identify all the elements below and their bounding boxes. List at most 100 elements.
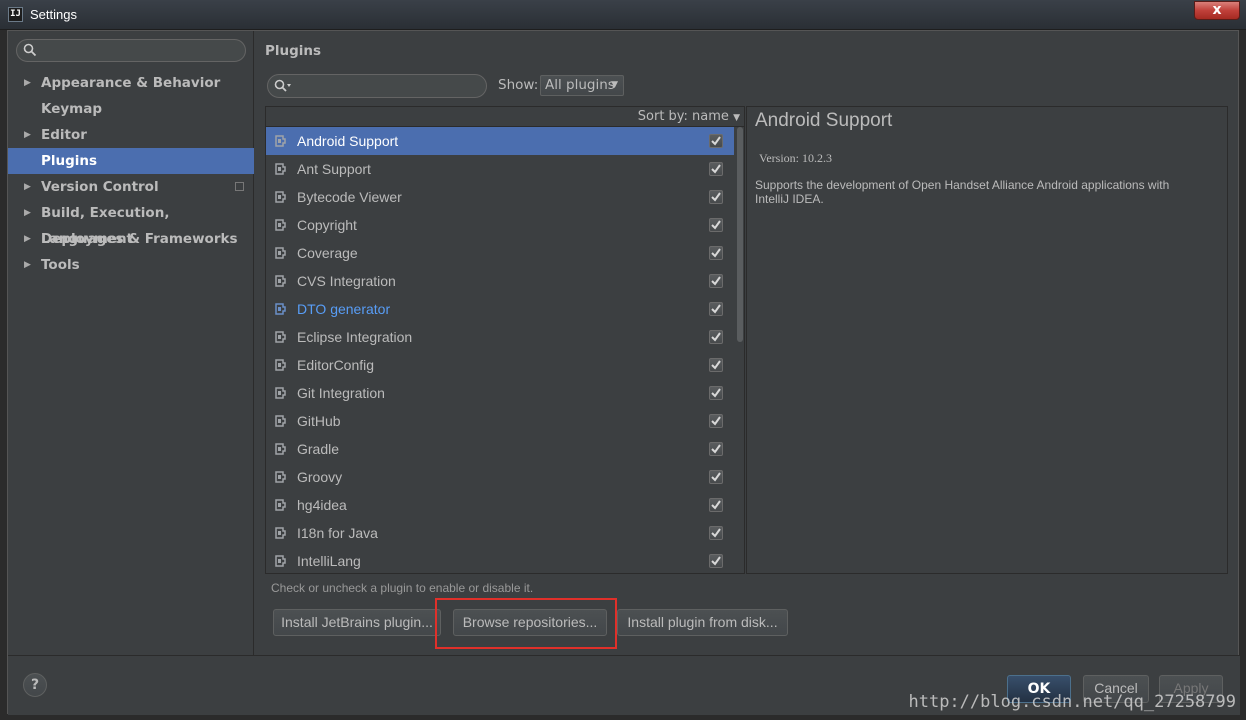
project-settings-icon	[235, 182, 244, 191]
plugin-row[interactable]: GitHub	[266, 407, 734, 435]
checkmark-icon	[711, 220, 721, 230]
plugin-name: DTO generator	[297, 301, 391, 317]
plugin-name: Android Support	[297, 133, 399, 149]
plugin-row[interactable]: DTO generator	[266, 295, 734, 323]
plugin-enable-checkbox[interactable]	[709, 218, 723, 232]
plugin-row[interactable]: Gradle	[266, 435, 734, 463]
expand-arrow-icon[interactable]: ▶	[24, 200, 31, 226]
plugin-enable-checkbox[interactable]	[709, 330, 723, 344]
settings-dialog: ▶ Appearance & Behavior Keymap ▶ Editor Plugi…	[7, 30, 1240, 715]
expand-arrow-icon[interactable]: ▶	[24, 174, 31, 200]
plugin-enable-checkbox[interactable]	[709, 246, 723, 260]
plugin-enable-checkbox[interactable]	[709, 162, 723, 176]
sidebar-item-label: Editor	[41, 127, 87, 143]
sidebar-item-editor[interactable]: ▶ Editor	[8, 122, 254, 148]
plugin-version: Version: 10.2.3	[759, 151, 832, 165]
plugin-search-input[interactable]	[267, 74, 487, 98]
plugin-row[interactable]: Bytecode Viewer	[266, 183, 734, 211]
plugin-row[interactable]: Eclipse Integration	[266, 323, 734, 351]
expand-arrow-icon[interactable]: ▶	[24, 226, 31, 252]
plugin-description: Supports the development of Open Handset…	[755, 178, 1170, 206]
sidebar-item-appearance-behavior[interactable]: ▶ Appearance & Behavior	[8, 70, 254, 96]
plugin-enable-checkbox[interactable]	[709, 526, 723, 540]
checkmark-icon	[711, 136, 721, 146]
checkmark-icon	[711, 360, 721, 370]
plugin-list-scrollbar[interactable]	[736, 127, 744, 573]
highlight-annotation-box	[435, 598, 617, 649]
plugin-row[interactable]: Coverage	[266, 239, 734, 267]
plugin-list: Android Support Ant Support Bytecode Viewe…	[266, 127, 734, 575]
plugin-icon	[275, 275, 286, 287]
plugin-row[interactable]: I18n for Java	[266, 519, 734, 547]
sidebar-item-label: Keymap	[41, 101, 103, 117]
plugin-name: Bytecode Viewer	[297, 189, 402, 205]
plugin-name: Copyright	[297, 217, 357, 233]
checkmark-icon	[711, 248, 721, 258]
sidebar-item-keymap[interactable]: Keymap	[8, 96, 254, 122]
checkmark-icon	[711, 388, 721, 398]
sidebar-item-version-control[interactable]: ▶ Version Control	[8, 174, 254, 200]
show-filter-value: All plugins	[545, 77, 615, 93]
plugin-name: Gradle	[297, 441, 340, 457]
plugin-row[interactable]: Android Support	[266, 127, 734, 155]
sort-header[interactable]: Sort by: name ▼	[266, 107, 744, 127]
checkmark-icon	[711, 332, 721, 342]
plugin-enable-checkbox[interactable]	[709, 554, 723, 568]
expand-arrow-icon[interactable]: ▶	[24, 122, 31, 148]
checkmark-icon	[711, 444, 721, 454]
plugin-name: CVS Integration	[297, 273, 396, 289]
checkmark-icon	[711, 192, 721, 202]
plugin-row[interactable]: Git Integration	[266, 379, 734, 407]
help-button[interactable]: ?	[23, 673, 47, 697]
plugin-enable-checkbox[interactable]	[709, 358, 723, 372]
plugin-name: IntelliLang	[297, 553, 361, 569]
plugin-details-pane: Android Support Version: 10.2.3 Supports…	[746, 106, 1228, 574]
plugins-panel: Plugins Show: All plugins ▼ Sort by: nam…	[255, 31, 1240, 655]
plugin-icon	[275, 443, 286, 455]
plugin-enable-checkbox[interactable]	[709, 134, 723, 148]
plugin-row[interactable]: IntelliLang	[266, 547, 734, 575]
settings-sidebar: ▶ Appearance & Behavior Keymap ▶ Editor Plugi…	[8, 31, 254, 655]
sort-by-label[interactable]: Sort by: name ▼	[638, 109, 740, 124]
plugin-enable-checkbox[interactable]	[709, 470, 723, 484]
plugin-name: Ant Support	[297, 161, 371, 177]
sidebar-item-languages-frameworks[interactable]: ▶ Languages & Frameworks	[8, 226, 254, 252]
title-bar: IJ Settings x	[0, 0, 1246, 30]
search-icon	[23, 43, 37, 57]
plugin-row[interactable]: EditorConfig	[266, 351, 734, 379]
plugin-icon	[275, 555, 286, 567]
plugin-enable-checkbox[interactable]	[709, 302, 723, 316]
settings-search-input[interactable]	[16, 39, 246, 62]
plugin-icon	[275, 359, 286, 371]
sidebar-item-label: Plugins	[41, 153, 98, 169]
plugin-row[interactable]: CVS Integration	[266, 267, 734, 295]
install-jetbrains-plugin-button[interactable]: Install JetBrains plugin...	[273, 609, 441, 636]
sidebar-item-build-execution-deployment[interactable]: ▶ Build, Execution, Deployment	[8, 200, 254, 247]
plugin-name: hg4idea	[297, 497, 347, 513]
sidebar-item-tools[interactable]: ▶ Tools	[8, 252, 254, 278]
show-filter-dropdown[interactable]: All plugins ▼	[540, 75, 624, 96]
plugin-enable-checkbox[interactable]	[709, 414, 723, 428]
plugin-enable-checkbox[interactable]	[709, 386, 723, 400]
install-from-disk-button[interactable]: Install plugin from disk...	[617, 609, 788, 636]
plugin-row[interactable]: Copyright	[266, 211, 734, 239]
sidebar-item-label: Appearance & Behavior	[41, 75, 221, 91]
show-filter-label: Show:	[498, 77, 539, 93]
plugin-enable-checkbox[interactable]	[709, 190, 723, 204]
plugin-row[interactable]: hg4idea	[266, 491, 734, 519]
close-button[interactable]: x	[1194, 1, 1240, 20]
plugin-enable-checkbox[interactable]	[709, 274, 723, 288]
watermark-text: http://blog.csdn.net/qq_27258799	[908, 692, 1236, 712]
scrollbar-thumb[interactable]	[737, 127, 743, 342]
plugin-hint-text: Check or uncheck a plugin to enable or d…	[271, 581, 534, 595]
plugin-row[interactable]: Ant Support	[266, 155, 734, 183]
sidebar-item-plugins[interactable]: Plugins	[8, 148, 254, 174]
plugin-icon	[275, 191, 286, 203]
plugin-row[interactable]: Groovy	[266, 463, 734, 491]
plugin-enable-checkbox[interactable]	[709, 442, 723, 456]
expand-arrow-icon[interactable]: ▶	[24, 70, 31, 96]
plugin-name: Eclipse Integration	[297, 329, 413, 345]
expand-arrow-icon[interactable]: ▶	[24, 252, 31, 278]
plugin-icon	[275, 527, 286, 539]
plugin-enable-checkbox[interactable]	[709, 498, 723, 512]
